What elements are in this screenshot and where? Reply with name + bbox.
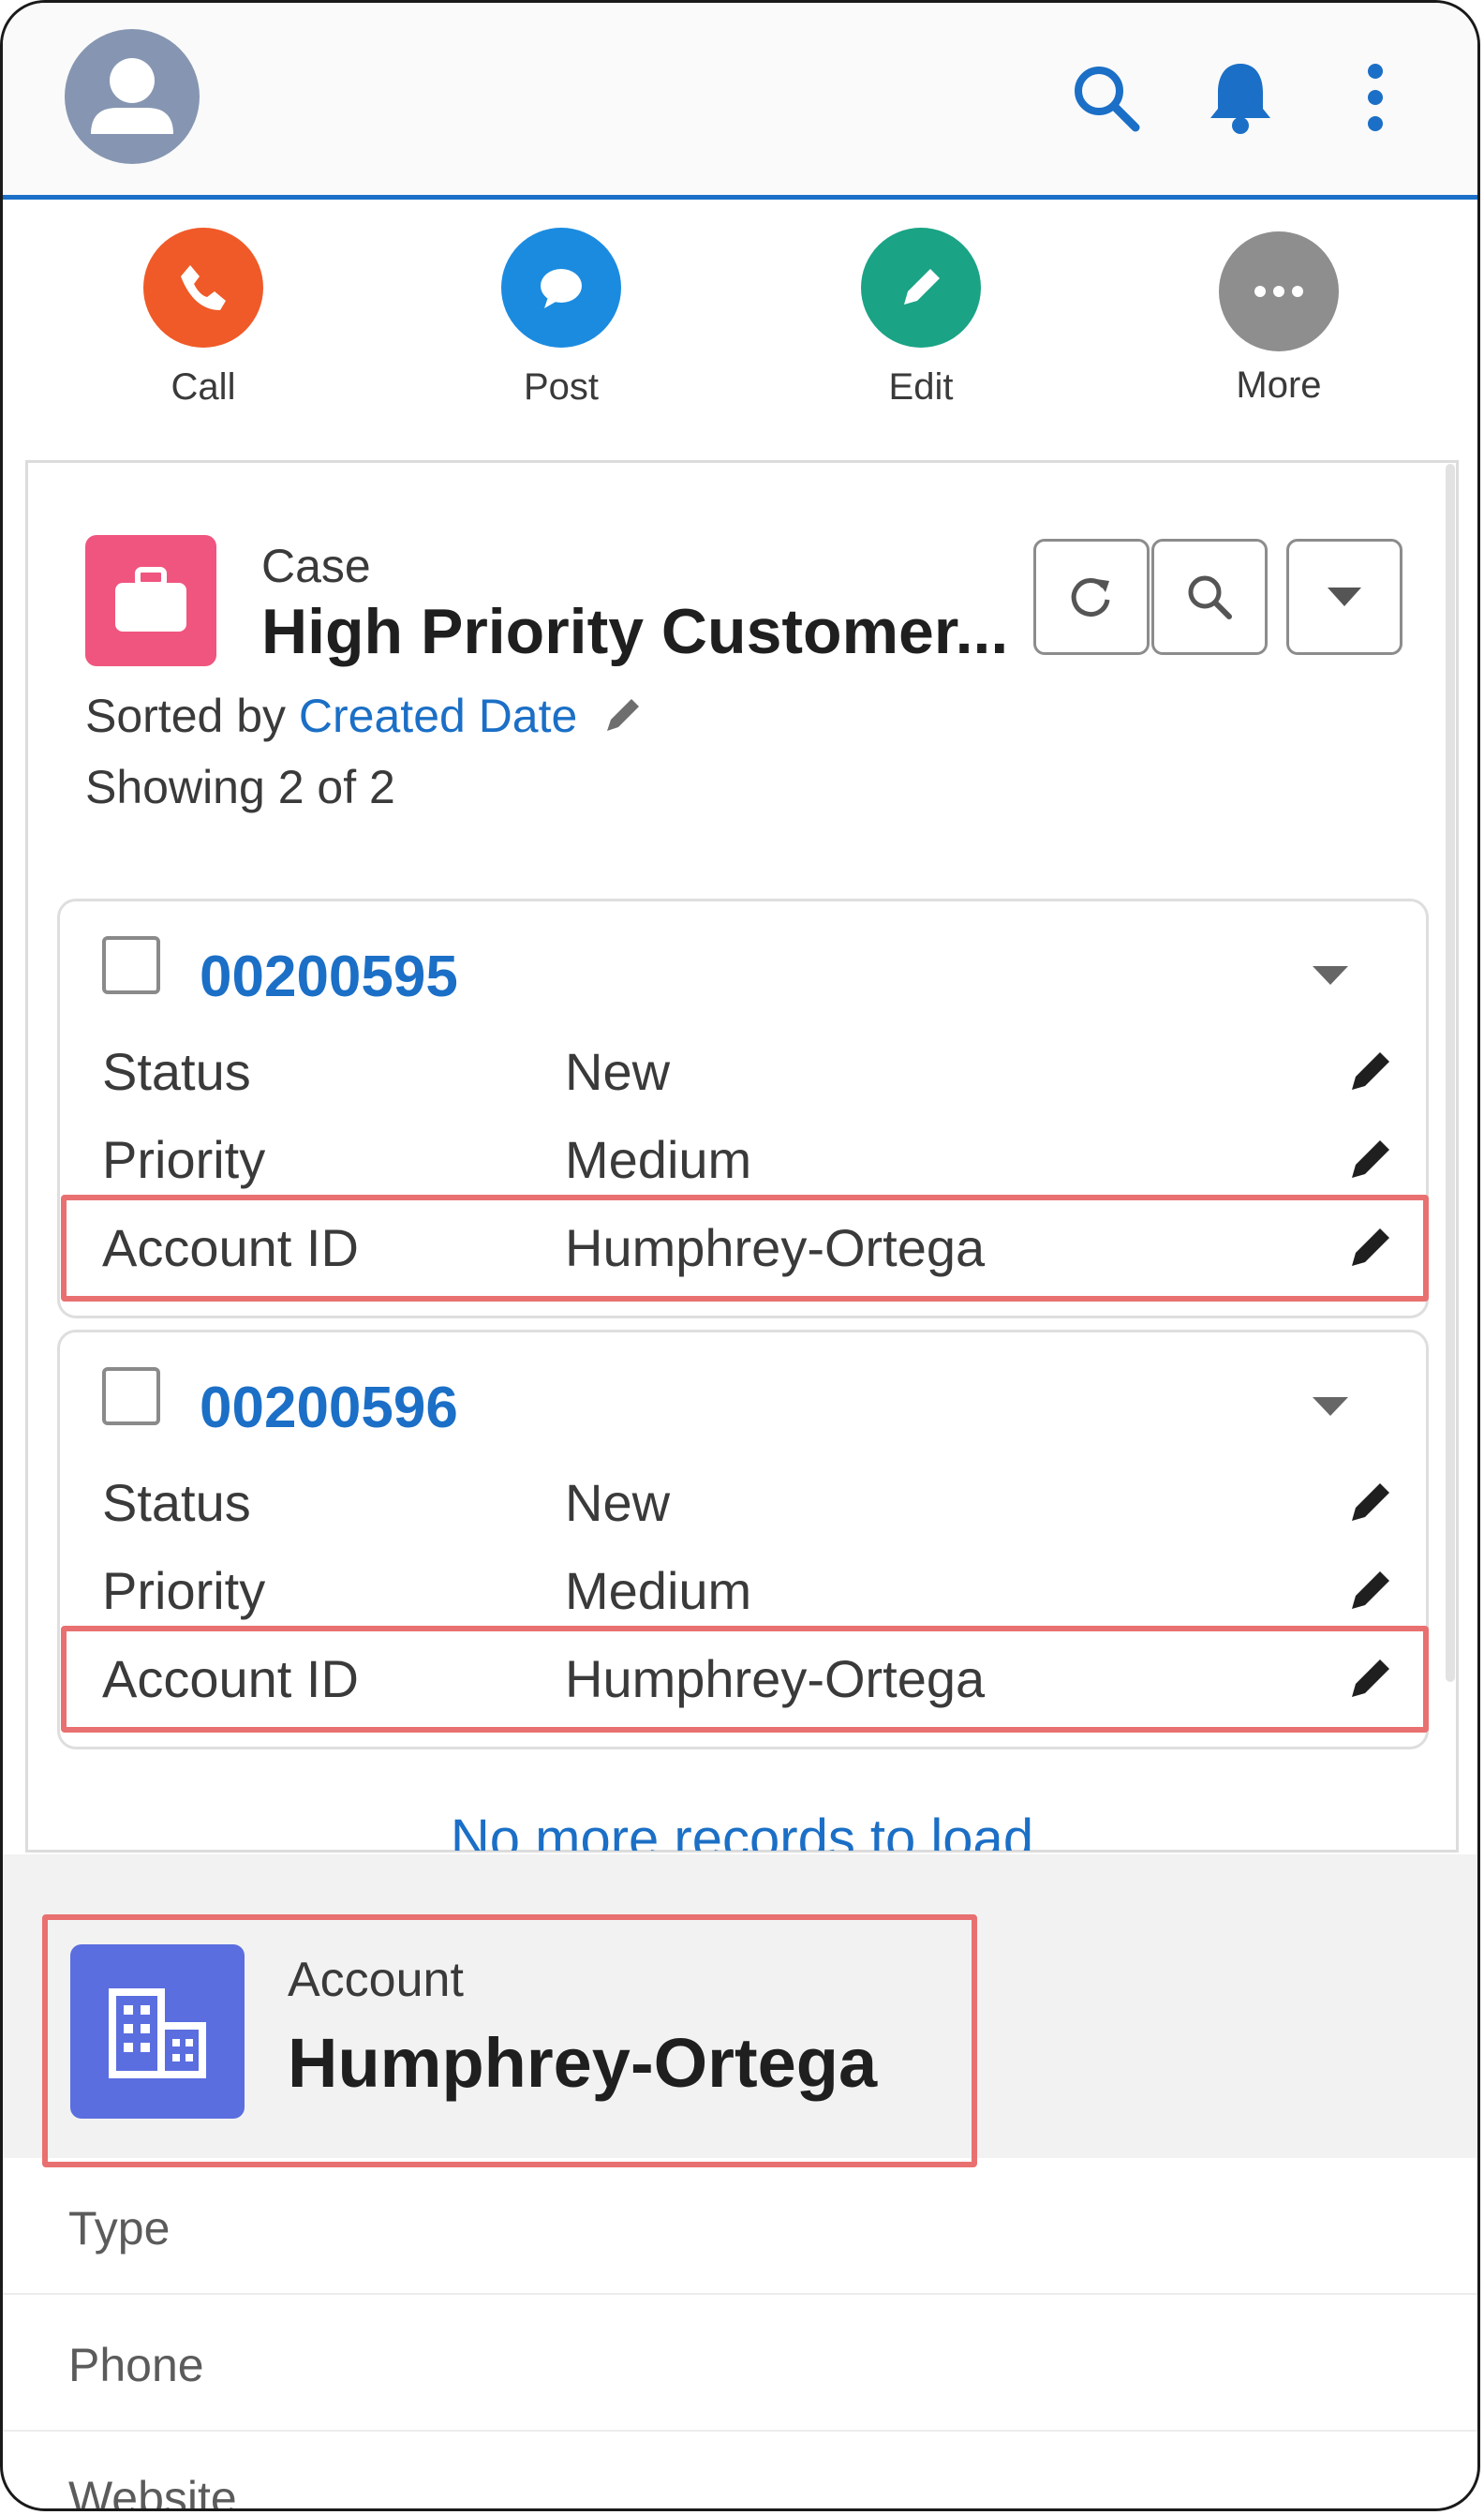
edit-pencil-icon[interactable] xyxy=(1344,1129,1401,1185)
account-id-link[interactable]: Humphrey-Ortega xyxy=(565,1648,985,1709)
edit-pencil-icon[interactable] xyxy=(1344,1217,1401,1273)
field-label-status: Status xyxy=(102,1042,251,1101)
edit-pencil-icon[interactable] xyxy=(1344,1648,1401,1704)
field-label-account-id: Account ID xyxy=(102,1218,359,1277)
edit-pencil-icon[interactable] xyxy=(1344,1041,1401,1097)
edit-pencil-icon[interactable] xyxy=(1344,1560,1401,1616)
field-value-priority: Medium xyxy=(565,1130,752,1189)
list-search-button[interactable] xyxy=(1151,539,1268,655)
more-vertical-icon[interactable] xyxy=(1333,55,1417,140)
edit-pencil-icon[interactable] xyxy=(1344,1472,1401,1528)
record-menu-chevron-down-icon[interactable] xyxy=(1311,964,1350,991)
sort-info: Sorted by Created Date xyxy=(85,689,648,750)
avatar-icon[interactable] xyxy=(65,29,200,164)
field-label-priority: Priority xyxy=(102,1561,266,1620)
pencil-icon xyxy=(861,228,981,348)
detail-label-type: Type xyxy=(68,2202,171,2255)
ellipsis-icon xyxy=(1219,231,1339,351)
field-label-priority: Priority xyxy=(102,1130,266,1189)
record-menu-chevron-down-icon[interactable] xyxy=(1311,1395,1350,1422)
sort-edit-icon[interactable] xyxy=(600,690,648,750)
more-action-button[interactable]: More xyxy=(1157,231,1401,438)
record-checkbox[interactable] xyxy=(102,936,160,994)
field-value-status: New xyxy=(565,1042,671,1101)
no-more-records-clip: No more records to load xyxy=(3,1802,1477,1851)
detail-row-website: Website xyxy=(3,2467,1477,2510)
detail-label-phone: Phone xyxy=(68,2339,204,2391)
call-label: Call xyxy=(171,366,236,408)
record-number-link[interactable]: 00200595 xyxy=(200,944,458,1010)
edit-label: Edit xyxy=(888,366,954,408)
briefcase-icon xyxy=(85,535,216,666)
list-view-title[interactable]: High Priority Customer... xyxy=(261,595,1008,668)
bell-icon[interactable] xyxy=(1198,55,1283,140)
sort-prefix: Sorted by xyxy=(85,690,287,742)
refresh-button[interactable] xyxy=(1033,539,1150,655)
edit-action-button[interactable]: Edit xyxy=(799,228,1043,434)
scrollbar[interactable] xyxy=(1446,464,1455,1682)
account-object-type: Account xyxy=(288,1953,464,2007)
account-id-link[interactable]: Humphrey-Ortega xyxy=(565,1217,985,1278)
phone-frame: Call Post Edit More Case High Priority C… xyxy=(0,0,1480,2511)
field-value-priority: Medium xyxy=(565,1561,752,1620)
call-action-button[interactable]: Call xyxy=(82,228,325,434)
post-label: Post xyxy=(523,366,600,408)
list-options-button[interactable] xyxy=(1286,539,1402,655)
search-icon xyxy=(1188,575,1232,619)
building-icon xyxy=(70,1944,245,2119)
detail-row-phone xyxy=(3,2295,1477,2432)
field-label-status: Status xyxy=(102,1473,251,1532)
account-name: Humphrey-Ortega xyxy=(288,2024,878,2102)
field-label-account-id: Account ID xyxy=(102,1649,359,1708)
more-label: More xyxy=(1236,365,1322,406)
no-more-records-text: No more records to load xyxy=(450,1808,1034,1851)
refresh-icon xyxy=(1071,578,1110,617)
field-value-status: New xyxy=(565,1473,671,1532)
chevron-down-icon xyxy=(1328,588,1361,606)
record-checkbox[interactable] xyxy=(102,1367,160,1425)
detail-label-website: Website xyxy=(68,2472,237,2510)
search-icon[interactable] xyxy=(1063,55,1148,140)
record-count: Showing 2 of 2 xyxy=(85,761,395,813)
list-object-type: Case xyxy=(261,540,371,592)
sort-field-link[interactable]: Created Date xyxy=(299,690,577,742)
phone-icon xyxy=(143,228,263,348)
detail-row-type xyxy=(3,2158,1477,2295)
post-action-button[interactable]: Post xyxy=(439,228,683,434)
record-number-link[interactable]: 00200596 xyxy=(200,1375,458,1441)
chat-icon xyxy=(501,228,621,348)
